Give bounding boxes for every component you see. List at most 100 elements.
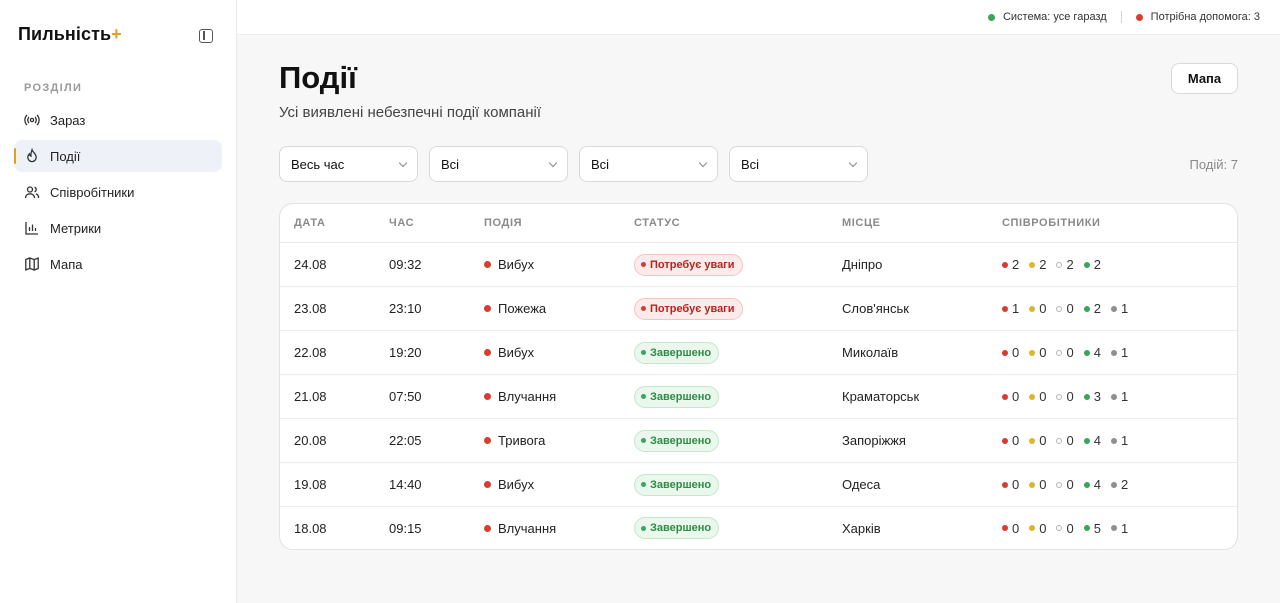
system-status-text: Система: усе гаразд — [1002, 11, 1107, 23]
staff-status-dot-icon — [1056, 305, 1063, 312]
table-row[interactable]: 18.08 09:15 Влучання Завершено Харків 0 0 0 5 1 — [280, 507, 1237, 549]
filter-place-select[interactable]: Всі — [729, 146, 868, 182]
sidebar-item-employees[interactable]: Співробітники — [14, 176, 222, 208]
table-row[interactable]: 21.08 07:50 Влучання Завершено Краматорськ 0 0… — [280, 375, 1237, 419]
event-name: Тривога — [498, 433, 546, 448]
sidebar-item-map[interactable]: Мапа — [14, 248, 222, 280]
table-row[interactable]: 20.08 22:05 Тривога Завершено Запоріжжя 0 0 0 4 1 — [280, 419, 1237, 463]
staff-count: 0 — [1029, 433, 1046, 448]
column-header-place[interactable]: МІСЦЕ — [828, 217, 988, 229]
staff-status-dot-icon — [1029, 305, 1036, 312]
status-text: Завершено — [650, 478, 712, 491]
cell-status: Потребує уваги — [620, 253, 828, 276]
staff-count-value: 2 — [1120, 477, 1129, 492]
map-icon — [24, 256, 40, 272]
staff-count: 0 — [1056, 389, 1074, 404]
sidebar-item-now[interactable]: Зараз — [14, 104, 222, 136]
cell-place: Харків — [842, 520, 881, 536]
help-status-dot-icon — [1135, 13, 1143, 21]
staff-count: 5 — [1083, 520, 1101, 536]
staff-count: 0 — [1056, 433, 1074, 448]
staff-status-dot-icon — [1083, 393, 1090, 400]
staff-count-value: 0 — [1012, 389, 1020, 404]
column-header-event[interactable]: ПОДІЯ — [470, 217, 620, 229]
cell-place: Одеса — [842, 477, 881, 492]
filter-value: Весь час — [291, 156, 345, 172]
cell-status: Потребує уваги — [620, 297, 828, 320]
staff-count: 2 — [1083, 301, 1101, 316]
event-name: Вибух — [498, 257, 535, 272]
cell-status: Завершено — [620, 473, 828, 496]
cell-event: Влучання — [470, 389, 620, 404]
cell-time: 22:05 — [389, 433, 422, 448]
filter-value: Всі — [441, 156, 460, 172]
users-icon — [24, 184, 40, 200]
staff-count: 2 — [1083, 257, 1101, 272]
cell-place: Миколаїв — [842, 345, 899, 360]
cell-status: Завершено — [620, 385, 828, 408]
sidebar-item-events[interactable]: Події — [14, 140, 222, 172]
staff-count-value: 0 — [1012, 477, 1020, 492]
column-header-status[interactable]: СТАТУС — [620, 217, 828, 229]
staff-count-value: 4 — [1093, 345, 1101, 360]
staff-count-value: 2 — [1039, 257, 1047, 272]
cell-time: 14:40 — [389, 477, 422, 492]
column-header-date[interactable]: ДАТА — [280, 217, 375, 229]
cell-time: 23:10 — [389, 301, 422, 316]
sidebar-item-label: Співробітники — [50, 184, 135, 200]
staff-count-value: 2 — [1066, 257, 1074, 272]
cell-place: Слов'янськ — [842, 301, 909, 316]
staff-status-dot-icon — [1056, 481, 1063, 488]
broadcast-icon — [24, 112, 40, 128]
staff-count: 0 — [1029, 521, 1046, 536]
staff-status-dot-icon — [1002, 481, 1008, 488]
staff-status-dot-icon — [1029, 525, 1036, 531]
staff-count-value: 2 — [1093, 301, 1101, 316]
table-row[interactable]: 23.08 23:10 Пожежа Потребує уваги Слов'янськ… — [280, 287, 1237, 331]
filter-event-type-select[interactable]: Всі — [429, 146, 568, 182]
cell-place: Дніпро — [842, 257, 883, 272]
staff-count: 0 — [1029, 345, 1046, 360]
staff-count: 4 — [1083, 433, 1101, 448]
map-button[interactable]: Мапа — [1171, 63, 1238, 94]
cell-date: 18.08 — [294, 520, 327, 536]
staff-status-dot-icon — [1083, 481, 1090, 488]
sidebar-item-metrics[interactable]: Метрики — [14, 212, 222, 244]
staff-count: 4 — [1083, 345, 1101, 360]
status-badge: Завершено — [634, 385, 720, 408]
staff-count-value: 1 — [1120, 389, 1129, 404]
page-subtitle: Усі виявлені небезпечні події компанії — [279, 104, 542, 121]
filter-status-select[interactable]: Всі — [579, 146, 718, 182]
staff-status-dot-icon — [1002, 393, 1008, 400]
cell-date: 24.08 — [294, 257, 327, 272]
staff-status-dot-icon — [1029, 393, 1036, 400]
staff-count-value: 5 — [1093, 520, 1101, 536]
staff-status-dot-icon — [1110, 481, 1117, 488]
table-row[interactable]: 24.08 09:32 Вибух Потребує уваги Дніпро 2 2 2 2 — [280, 243, 1237, 287]
column-header-time[interactable]: ЧАС — [375, 217, 470, 229]
status-text: Завершено — [650, 434, 712, 447]
staff-count: 1 — [1110, 521, 1128, 536]
staff-status-dot-icon — [1002, 437, 1008, 444]
table-row[interactable]: 22.08 19:20 Вибух Завершено Миколаїв 0 0 0 4 1 — [280, 331, 1237, 375]
brand-logo[interactable]: Пильність+ — [18, 24, 122, 45]
cell-event: Пожежа — [470, 301, 620, 316]
cell-date: 22.08 — [294, 345, 327, 360]
staff-status-dot-icon — [1083, 349, 1090, 356]
table-row[interactable]: 19.08 14:40 Вибух Завершено Одеса 0 0 0 4 2 — [280, 463, 1237, 507]
bar-chart-icon — [24, 220, 40, 236]
event-dot-icon — [484, 305, 491, 312]
staff-status-dot-icon — [1056, 437, 1063, 444]
event-dot-icon — [484, 524, 491, 532]
column-header-employees[interactable]: СПІВРОБІТНИКИ — [988, 217, 1237, 229]
filter-period-select[interactable]: Весь час — [279, 146, 418, 182]
sidebar-collapse-icon[interactable] — [199, 29, 213, 43]
staff-count-value: 0 — [1066, 433, 1074, 448]
cell-date: 21.08 — [294, 389, 327, 404]
cell-time: 19:20 — [389, 345, 422, 360]
status-text: Завершено — [650, 390, 712, 403]
cell-employees: 0 0 0 4 1 — [988, 345, 1237, 360]
staff-count-value: 0 — [1039, 433, 1047, 448]
help-status[interactable]: Потрібна допомога: 3 — [1135, 11, 1260, 23]
status-dot-icon — [641, 350, 646, 355]
